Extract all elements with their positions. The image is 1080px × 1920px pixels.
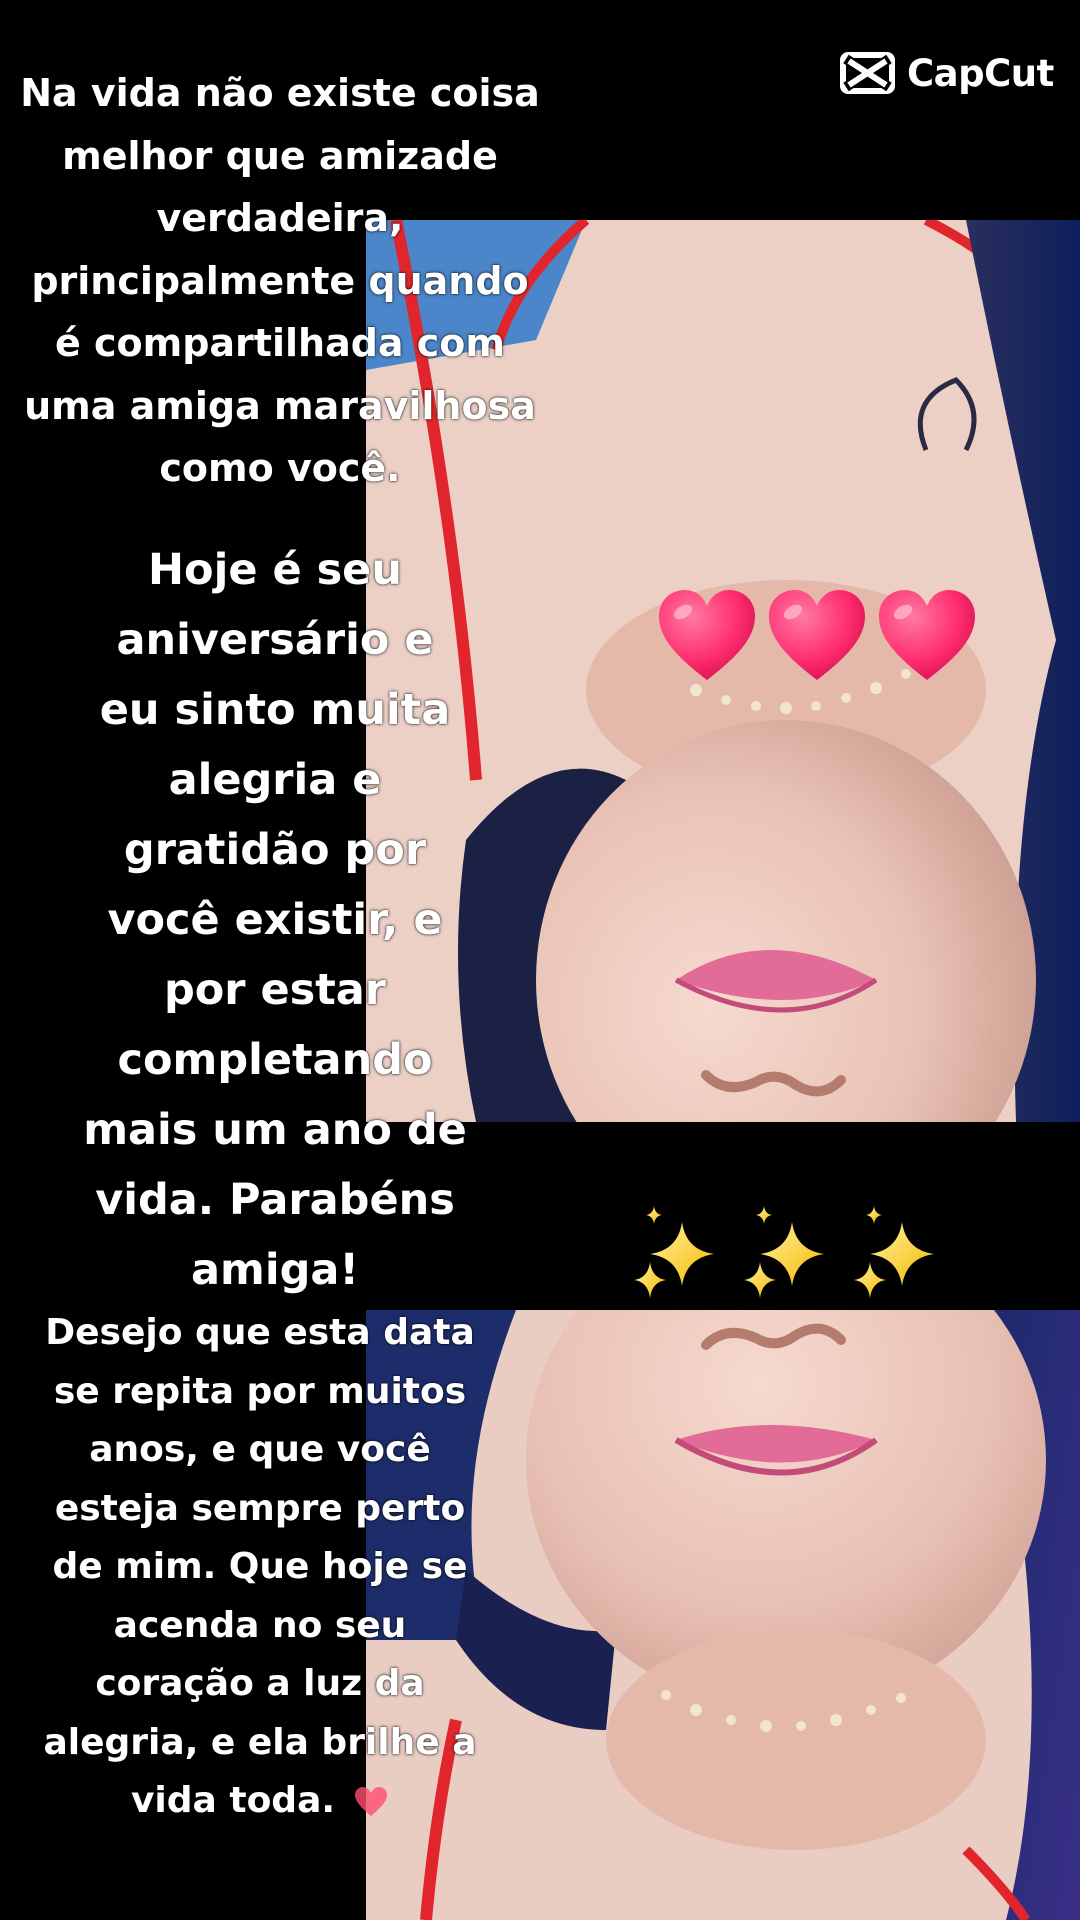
capcut-logo: CapCut: [840, 48, 1054, 98]
capcut-logo-text: CapCut: [907, 51, 1054, 95]
heart-icon: [879, 590, 975, 680]
capcut-logo-icon: [840, 52, 895, 94]
hearts-row: [655, 588, 979, 684]
birthday-paragraph: Hoje é seu aniversário e eu sinto muita …: [83, 545, 467, 1295]
small-heart-icon: [355, 1787, 388, 1816]
wish-paragraph: Desejo que esta data se repita por muito…: [40, 1304, 480, 1831]
sparkles-icon: [634, 1206, 714, 1298]
sparkles-icon: [744, 1206, 824, 1298]
heart-icon: [769, 590, 865, 680]
wish-text: Desejo que esta data se repita por muito…: [43, 1312, 477, 1821]
sparkles-icon: [854, 1206, 934, 1298]
heart-icon: [659, 590, 755, 680]
intro-paragraph: Na vida não existe coisa melhor que amiz…: [20, 71, 540, 490]
sparkles-row: [626, 1202, 950, 1306]
story-frame: CapCut Na vida não existe coisa melhor q…: [0, 0, 1080, 1920]
